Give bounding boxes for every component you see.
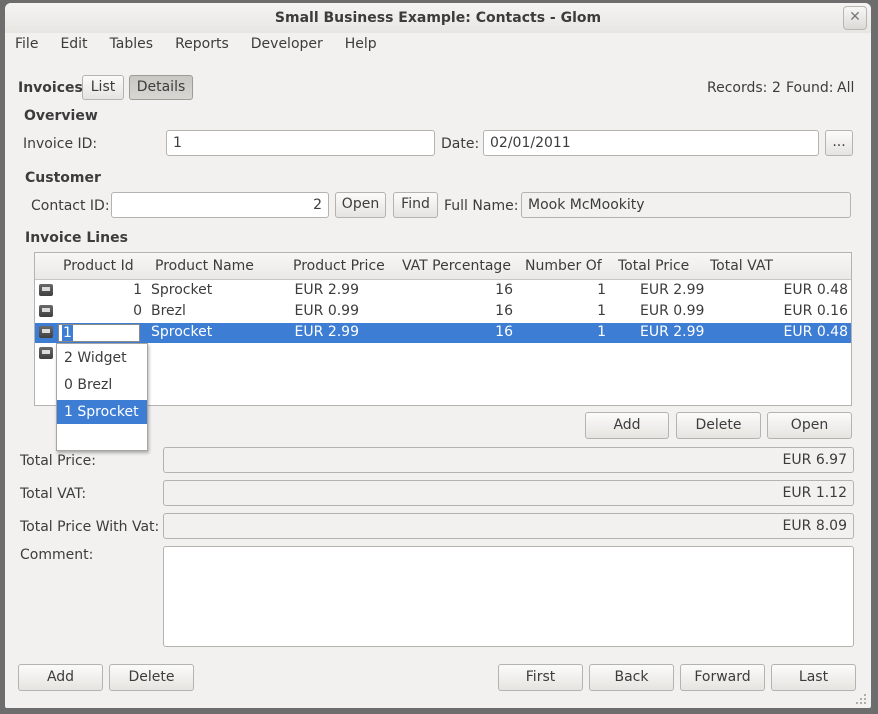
- overview-heading: Overview: [24, 108, 98, 124]
- total-price-label: Total Price:: [20, 453, 97, 469]
- menu-reports[interactable]: Reports: [175, 36, 229, 58]
- close-icon: ✕: [849, 9, 861, 25]
- cell-total-vat: EUR 0.48: [783, 282, 848, 298]
- chevron-down-icon[interactable]: ⌄: [122, 325, 138, 341]
- column-header-number-of[interactable]: Number Of: [525, 258, 602, 274]
- tab-list[interactable]: List: [82, 75, 124, 100]
- cell-product-name: Sprocket: [151, 324, 213, 340]
- open-record-icon[interactable]: [39, 305, 53, 317]
- cell-number-of: 1: [597, 324, 606, 340]
- table-name: Invoices: [18, 80, 83, 96]
- table-row[interactable]: 1 Sprocket EUR 2.99 16 1 EUR 2.99 EUR 0.…: [35, 281, 851, 301]
- records-label: Records:: [707, 80, 768, 96]
- cell-product-name: Sprocket: [151, 282, 213, 298]
- dropdown-option-selected[interactable]: 1 Sprocket: [57, 400, 147, 424]
- table-row-empty[interactable]: [35, 344, 851, 364]
- cell-product-price: EUR 2.99: [294, 282, 359, 298]
- table-row[interactable]: 0 Brezl EUR 0.99 16 1 EUR 0.99 EUR 0.16: [35, 302, 851, 322]
- dropdown-option[interactable]: 2 Widget: [57, 346, 147, 370]
- total-vat-field: EUR 1.12: [163, 480, 854, 506]
- menu-tables[interactable]: Tables: [110, 36, 154, 58]
- contact-id-field[interactable]: 2: [111, 192, 329, 218]
- first-button[interactable]: First: [498, 664, 583, 691]
- menu-bar: File Edit Tables Reports Developer Help: [15, 36, 399, 58]
- resize-grip-icon[interactable]: [855, 693, 867, 705]
- menu-file[interactable]: File: [15, 36, 38, 58]
- record-delete-button[interactable]: Delete: [109, 664, 194, 691]
- total-with-vat-field: EUR 8.09: [163, 513, 854, 539]
- forward-button[interactable]: Forward: [680, 664, 765, 691]
- close-button[interactable]: ✕: [843, 6, 867, 30]
- column-header-total-vat[interactable]: Total VAT: [710, 258, 773, 274]
- total-with-vat-label: Total Price With Vat:: [20, 519, 160, 535]
- cell-total-price: EUR 2.99: [640, 324, 705, 340]
- date-field[interactable]: 02/01/2011: [483, 130, 819, 156]
- column-header-product-price[interactable]: Product Price: [293, 258, 385, 274]
- table-row-selected[interactable]: 1 ⌄ Sprocket EUR 2.99 16 1 EUR 2.99 EUR …: [35, 323, 851, 343]
- dropdown-option[interactable]: 0 Brezl: [57, 373, 147, 397]
- back-button[interactable]: Back: [589, 664, 674, 691]
- date-picker-button[interactable]: ...: [825, 130, 853, 156]
- cell-total-price: EUR 2.99: [640, 282, 705, 298]
- invoice-id-label: Invoice ID:: [23, 136, 98, 152]
- tab-details[interactable]: Details: [129, 75, 193, 100]
- total-price-field: EUR 6.97: [163, 447, 854, 473]
- cell-product-price: EUR 0.99: [294, 303, 359, 319]
- title-bar[interactable]: Small Business Example: Contacts - Glom …: [5, 3, 871, 33]
- window-title: Small Business Example: Contacts - Glom: [274, 10, 602, 26]
- cell-product-id: 1: [133, 282, 142, 298]
- comment-label: Comment:: [20, 547, 94, 563]
- full-name-field: Mook McMookity: [521, 192, 851, 218]
- open-record-icon[interactable]: [39, 347, 53, 359]
- cell-vat-percentage: 16: [495, 303, 513, 319]
- table-header: Product Id Product Name Product Price VA…: [35, 253, 851, 280]
- product-dropdown-popup: 2 Widget 0 Brezl 1 Sprocket: [56, 343, 148, 451]
- cell-vat-percentage: 16: [495, 282, 513, 298]
- lines-open-button[interactable]: Open: [767, 412, 852, 439]
- records-count: 2: [772, 80, 781, 96]
- cell-product-price: EUR 2.99: [294, 324, 359, 340]
- column-header-product-name[interactable]: Product Name: [155, 258, 254, 274]
- record-add-button[interactable]: Add: [18, 664, 103, 691]
- open-record-icon[interactable]: [39, 284, 53, 296]
- contact-open-button[interactable]: Open: [335, 192, 386, 218]
- invoice-lines-heading: Invoice Lines: [25, 230, 128, 246]
- lines-delete-button[interactable]: Delete: [676, 412, 761, 439]
- invoice-lines-table[interactable]: Product Id Product Name Product Price VA…: [34, 252, 852, 406]
- menu-help[interactable]: Help: [345, 36, 377, 58]
- total-vat-label: Total VAT:: [20, 486, 87, 502]
- combo-value[interactable]: 1: [62, 325, 73, 341]
- cell-product-id: 0: [133, 303, 142, 319]
- last-button[interactable]: Last: [771, 664, 856, 691]
- customer-heading: Customer: [25, 170, 101, 186]
- full-name-label: Full Name:: [444, 198, 519, 214]
- cell-number-of: 1: [597, 303, 606, 319]
- cell-product-name: Brezl: [151, 303, 186, 319]
- invoice-id-field[interactable]: 1: [166, 130, 435, 156]
- date-label: Date:: [441, 136, 480, 152]
- found-value: All: [837, 80, 855, 96]
- lines-add-button[interactable]: Add: [585, 412, 669, 439]
- app-window: Small Business Example: Contacts - Glom …: [5, 3, 871, 708]
- dropdown-option-empty[interactable]: [57, 425, 147, 449]
- open-record-icon[interactable]: [39, 326, 53, 338]
- cell-total-price: EUR 0.99: [640, 303, 705, 319]
- product-id-combo[interactable]: 1 ⌄: [58, 324, 140, 342]
- column-header-product-id[interactable]: Product Id: [63, 258, 134, 274]
- cell-vat-percentage: 16: [495, 324, 513, 340]
- comment-textarea[interactable]: [163, 546, 854, 647]
- cell-total-vat: EUR 0.48: [783, 324, 848, 340]
- contact-id-label: Contact ID:: [31, 198, 110, 214]
- cell-total-vat: EUR 0.16: [783, 303, 848, 319]
- contact-find-button[interactable]: Find: [393, 192, 438, 218]
- cell-number-of: 1: [597, 282, 606, 298]
- menu-edit[interactable]: Edit: [60, 36, 87, 58]
- column-header-total-price[interactable]: Total Price: [618, 258, 689, 274]
- menu-developer[interactable]: Developer: [251, 36, 323, 58]
- column-header-vat-percentage[interactable]: VAT Percentage: [402, 258, 511, 274]
- found-label: Found:: [786, 80, 834, 96]
